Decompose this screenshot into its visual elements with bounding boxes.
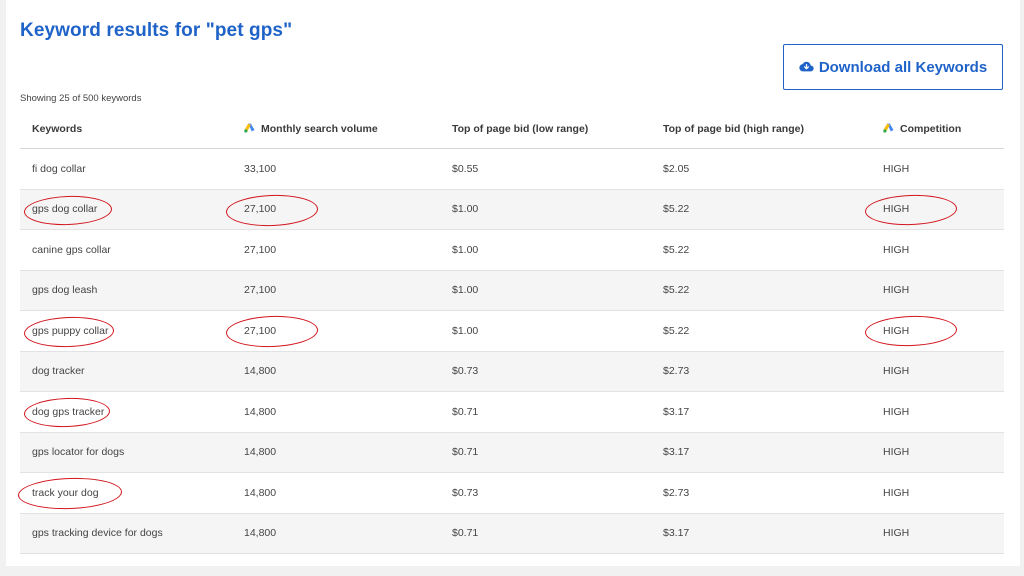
bid-low-cell: $0.73 [440,351,651,392]
competition-cell: HIGH [871,229,1004,271]
competition-cell: HIGH [871,432,1004,473]
keyword-cell: gps dog collar [20,189,232,230]
google-ads-icon [883,123,894,136]
table-row[interactable]: canine gps collar 27,100 $1.00 $5.22 HIG… [20,229,1004,271]
cloud-download-icon [799,61,814,73]
competition-cell: HIGH [871,472,1004,514]
competition-cell: HIGH [864,310,1004,352]
keyword-cell: track your dog [17,472,232,514]
volume-cell: 27,100 [232,270,440,311]
page-title: Keyword results for "pet gps" [20,20,293,41]
table-row[interactable]: dog gps tracker 14,800 $0.71 $3.17 HIGH [20,391,1004,433]
table-row[interactable]: track your dog 14,800 $0.73 $2.73 HIGH [17,472,1004,514]
competition-cell: HIGH [871,391,1004,433]
bid-high-cell: $5.22 [651,189,871,230]
results-count: Showing 25 of 500 keywords [20,93,142,104]
keyword-cell: gps dog leash [20,270,232,311]
download-button-label: Download all Keywords [818,58,988,76]
bid-low-cell: $0.55 [440,148,651,190]
bid-high-cell: $3.17 [651,432,871,473]
bid-high-cell: $5.22 [651,229,871,271]
keyword-cell: dog gps tracker [20,391,232,433]
volume-cell: 14,800 [232,391,440,433]
keyword-results-panel: Keyword results for "pet gps" Download a… [6,0,1020,566]
volume-cell: 33,100 [232,148,440,190]
keyword-cell: gps puppy collar [20,310,232,352]
column-header-competition[interactable]: Competition [871,110,1004,149]
bid-high-cell: $5.22 [651,270,871,311]
keyword-cell: gps locator for dogs [20,432,232,473]
volume-cell: 14,800 [232,472,440,514]
table-row[interactable]: gps dog leash 27,100 $1.00 $5.22 HIGH [20,270,1004,311]
volume-cell: 14,800 [232,432,440,473]
keyword-cell: gps tracking device for dogs [20,513,232,554]
bid-low-cell: $1.00 [440,189,651,230]
bid-high-cell: $3.17 [651,513,871,554]
red-circle-annotation [864,192,958,227]
volume-cell: 27,100 [225,189,440,230]
bid-high-cell: $2.05 [651,148,871,190]
column-header-bid-high[interactable]: Top of page bid (high range) [651,110,871,149]
table-row[interactable]: gps puppy collar 27,100 $1.00 $5.22 HIGH [20,310,1004,352]
bid-low-cell: $0.73 [440,472,651,514]
volume-cell: 14,800 [232,351,440,392]
bid-low-cell: $0.71 [440,391,651,433]
table-row[interactable]: fi dog collar 33,100 $0.55 $2.05 HIGH [20,148,1004,190]
bid-high-cell: $2.73 [651,472,871,514]
bid-low-cell: $1.00 [440,229,651,271]
table-row[interactable]: dog tracker 14,800 $0.73 $2.73 HIGH [20,351,1004,392]
bid-high-cell: $3.17 [651,391,871,433]
keyword-cell: canine gps collar [20,229,232,271]
table-header-row: Keywords Monthly search volume Top of pa… [20,110,1004,149]
table-row[interactable]: gps dog collar 27,100 $1.00 $5.22 HIGH [20,189,1004,230]
keyword-cell: fi dog collar [20,148,232,190]
column-header-keywords[interactable]: Keywords [20,110,232,149]
column-header-monthly-search-volume[interactable]: Monthly search volume [232,110,440,149]
competition-cell: HIGH [871,513,1004,554]
google-ads-icon [244,123,255,136]
table-row[interactable]: gps tracking device for dogs 14,800 $0.7… [20,513,1004,554]
competition-cell: HIGH [871,148,1004,190]
keyword-table: Keywords Monthly search volume Top of pa… [17,110,1004,554]
competition-cell: HIGH [871,351,1004,392]
volume-cell: 14,800 [232,513,440,554]
red-circle-annotation [864,314,958,348]
bid-low-cell: $1.00 [440,310,651,352]
bid-high-cell: $2.73 [651,351,871,392]
volume-cell: 27,100 [225,310,440,352]
column-header-bid-low[interactable]: Top of page bid (low range) [440,110,651,149]
competition-cell: HIGH [864,189,1004,230]
bid-low-cell: $0.71 [440,432,651,473]
volume-cell: 27,100 [232,229,440,271]
keyword-cell: dog tracker [20,351,232,392]
bid-high-cell: $5.22 [651,310,871,352]
download-all-keywords-button[interactable]: Download all Keywords [783,44,1003,90]
bid-low-cell: $0.71 [440,513,651,554]
bid-low-cell: $1.00 [440,270,651,311]
competition-cell: HIGH [871,270,1004,311]
table-row[interactable]: gps locator for dogs 14,800 $0.71 $3.17 … [20,432,1004,473]
